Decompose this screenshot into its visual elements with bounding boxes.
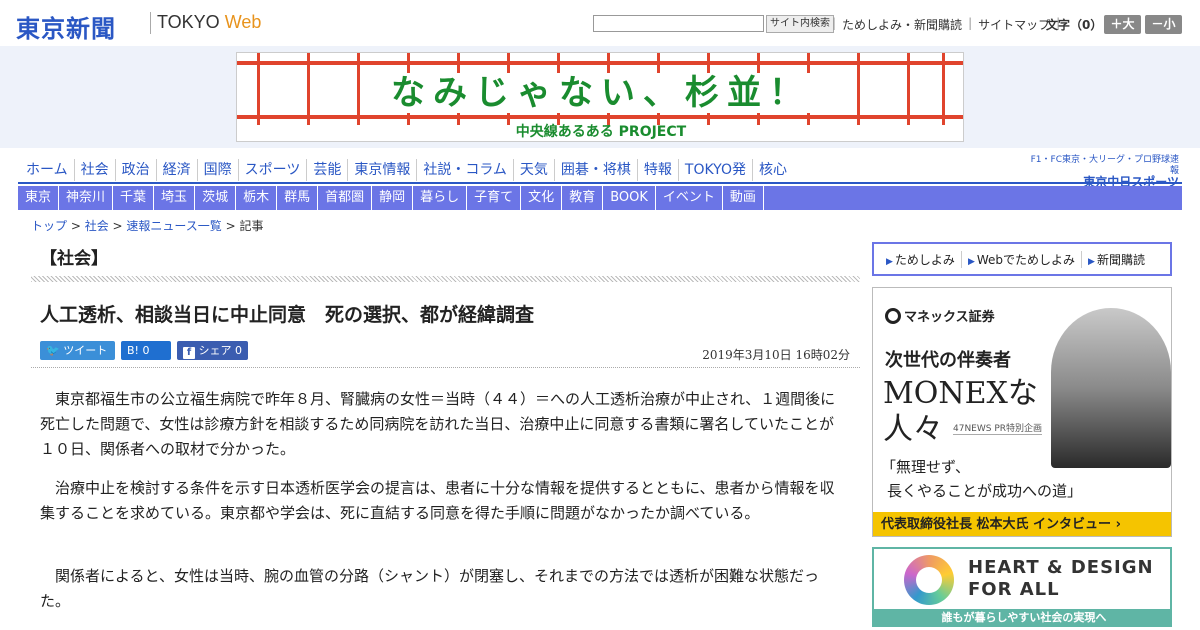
nav-editorial[interactable]: 社説・コラム xyxy=(417,159,514,181)
nav2-ibaraki[interactable]: 茨城 xyxy=(195,186,237,210)
ad-tag: 47NEWS PR特別企画 xyxy=(953,421,1043,435)
triangle-right-icon: ▶ xyxy=(886,256,893,267)
nav-tokyo-hatsu[interactable]: TOKYO発 xyxy=(679,159,753,181)
heart-design-logo-icon xyxy=(904,555,954,605)
ad-cta: 代表取締役社長 松本大氏 インタビュー › xyxy=(873,512,1171,536)
breadcrumb: トップ > 社会 > 速報ニュース一覧 > 記事 xyxy=(31,219,264,233)
heart-design-ad[interactable]: HEART & DESIGN FOR ALL 誰もが暮らしやすい社会の実現へ xyxy=(872,547,1172,627)
nav-politics[interactable]: 政治 xyxy=(116,159,157,181)
primary-nav: ホーム 社会 政治 経済 国際 スポーツ 芸能 東京情報 社説・コラム 天気 囲… xyxy=(20,159,793,181)
font-smaller-button[interactable]: －小 xyxy=(1145,15,1182,34)
triangle-right-icon: ▶ xyxy=(967,256,975,267)
nav-international[interactable]: 国際 xyxy=(198,159,239,181)
article-paragraph: 関係者によると、女性は当時、腕の血管の分路（シャント）が閉塞し、それまでの方法で… xyxy=(40,567,819,610)
banner-area: なみじゃない、杉並！ 中央線あるある PROJECT xyxy=(0,46,1200,148)
article-paragraph: 東京都福生市の公立福生病院で昨年８月、腎臓病の女性＝当時（４４）＝への人工透析治… xyxy=(40,390,836,458)
facebook-icon: f xyxy=(183,347,195,359)
banner-title: なみじゃない、杉並！ xyxy=(237,65,963,114)
ad2-line1: HEART & DESIGN xyxy=(968,557,1154,578)
site-search-button[interactable]: サイト内検索 xyxy=(766,15,834,33)
logo-divider xyxy=(150,12,151,34)
nav2-tochigi[interactable]: 栃木 xyxy=(236,186,278,210)
ad-portrait-image xyxy=(1051,308,1171,468)
ad-quote-1: 「無理せず、 xyxy=(881,458,970,476)
nav-special[interactable]: 特報 xyxy=(638,159,679,181)
nav-divider xyxy=(18,182,1182,184)
banner-ad[interactable]: なみじゃない、杉並！ 中央線あるある PROJECT xyxy=(236,52,964,142)
ad2-caption: 誰もが暮らしやすい社会の実現へ xyxy=(874,609,1170,625)
nav-economy[interactable]: 経済 xyxy=(157,159,198,181)
nav2-gunma[interactable]: 群馬 xyxy=(277,186,319,210)
nav-tokyo-info[interactable]: 東京情報 xyxy=(348,159,418,181)
trial-link[interactable]: ▶ ためしよみ xyxy=(880,250,962,268)
font-size-label: 文字（0） xyxy=(1046,18,1103,32)
subscribe-link[interactable]: ▶ 新聞購読 xyxy=(1082,251,1151,268)
secondary-nav: 東京 神奈川 千葉 埼玉 茨城 栃木 群馬 首都圏 静岡 暮らし 子育て 文化 … xyxy=(18,186,1182,210)
monex-logo-icon xyxy=(885,308,901,324)
nav-weather[interactable]: 天気 xyxy=(514,159,555,181)
nav-sports[interactable]: スポーツ xyxy=(239,159,308,181)
facebook-share-button[interactable]: f シェア 0 xyxy=(177,341,248,360)
site-logo[interactable]: 東京新聞 xyxy=(16,9,116,44)
nav2-parenting[interactable]: 子育て xyxy=(467,186,522,210)
tokyo-web-logo[interactable]: TOKYO Web xyxy=(157,12,261,33)
nav2-living[interactable]: 暮らし xyxy=(413,186,468,210)
article-paragraph: 治療中止を検討する条件を示す日本透析医学会の提言は、患者に十分な情報を提供すると… xyxy=(40,479,835,522)
rail-bottom xyxy=(237,115,963,119)
trial-subscribe-link[interactable]: ためしよみ・新聞購読 xyxy=(842,16,962,33)
sitemap-link[interactable]: サイトマップ xyxy=(978,16,1050,33)
article-headline: 人工透析、相談当日に中止同意 死の選択、都が経緯調査 xyxy=(40,304,535,326)
nav-core[interactable]: 核心 xyxy=(753,159,793,181)
monex-ad[interactable]: マネックス証券 次世代の伴奏者 MONEXな 人々 47NEWS PR特別企画 … xyxy=(872,287,1172,537)
section-divider xyxy=(31,276,860,282)
nav-society[interactable]: 社会 xyxy=(75,159,116,181)
nav2-events[interactable]: イベント xyxy=(656,186,723,210)
nav-entertainment[interactable]: 芸能 xyxy=(307,159,349,181)
nav2-kanagawa[interactable]: 神奈川 xyxy=(59,186,114,210)
banner-subtitle: 中央線あるある PROJECT xyxy=(515,124,687,140)
nav2-saitama[interactable]: 埼玉 xyxy=(154,186,196,210)
hatena-bookmark-button[interactable]: B! 0 xyxy=(121,341,171,360)
ad-line3: 人々 xyxy=(883,412,943,447)
breadcrumb-current: 記事 xyxy=(239,219,264,233)
top-bar: 東京新聞 TOKYO Web サイト内検索 | ためしよみ・新聞購読 | サイト… xyxy=(0,0,1200,46)
breadcrumb-society[interactable]: 社会 xyxy=(85,219,109,233)
chunichi-sports-link[interactable]: F1・FC東京・大リーグ・プロ野球速報 東京中日スポーツ xyxy=(1027,155,1179,190)
chunichi-line1: F1・FC東京・大リーグ・プロ野球速報 xyxy=(1030,155,1179,176)
logo-sub-web: Web xyxy=(224,12,262,32)
article-date: 2019年3月10日 16時02分 xyxy=(702,348,850,362)
logo-sub-prefix: TOKYO xyxy=(157,12,225,32)
nav2-shutoken[interactable]: 首都圏 xyxy=(318,186,373,210)
nav-home[interactable]: ホーム xyxy=(20,159,75,181)
twitter-bird-icon: 🐦 xyxy=(46,344,60,357)
ad-brand: マネックス証券 xyxy=(885,306,995,325)
nav-go-shogi[interactable]: 囲碁・将棋 xyxy=(555,159,638,181)
breadcrumb-top[interactable]: トップ xyxy=(31,219,67,233)
site-search-input[interactable] xyxy=(593,15,764,32)
nav2-culture[interactable]: 文化 xyxy=(521,186,563,210)
section-label: 【社会】 xyxy=(40,249,108,269)
nav2-education[interactable]: 教育 xyxy=(562,186,604,210)
nav2-tokyo[interactable]: 東京 xyxy=(18,186,60,210)
font-larger-button[interactable]: ＋大 xyxy=(1104,15,1141,34)
triangle-right-icon: ▶ xyxy=(1088,256,1095,267)
nav2-book[interactable]: BOOK xyxy=(603,186,656,210)
web-trial-link[interactable]: ▶ Webでためしよみ xyxy=(962,250,1083,268)
top-links: | ためしよみ・新聞購読 | サイトマップ | xyxy=(832,16,1061,33)
nav2-shizuoka[interactable]: 静岡 xyxy=(372,186,414,210)
ad-quote-2: 長くやることが成功への道」 xyxy=(887,482,1083,500)
breadcrumb-news-list[interactable]: 速報ニュース一覧 xyxy=(126,219,221,233)
tweet-button[interactable]: 🐦 ツイート xyxy=(40,341,115,360)
subscription-links: ▶ ためしよみ ▶ Webでためしよみ ▶ 新聞購読 xyxy=(872,242,1172,276)
ad2-line2: FOR ALL xyxy=(968,579,1060,600)
nav2-video[interactable]: 動画 xyxy=(723,186,764,210)
share-divider xyxy=(31,367,860,368)
nav2-chiba[interactable]: 千葉 xyxy=(113,186,155,210)
